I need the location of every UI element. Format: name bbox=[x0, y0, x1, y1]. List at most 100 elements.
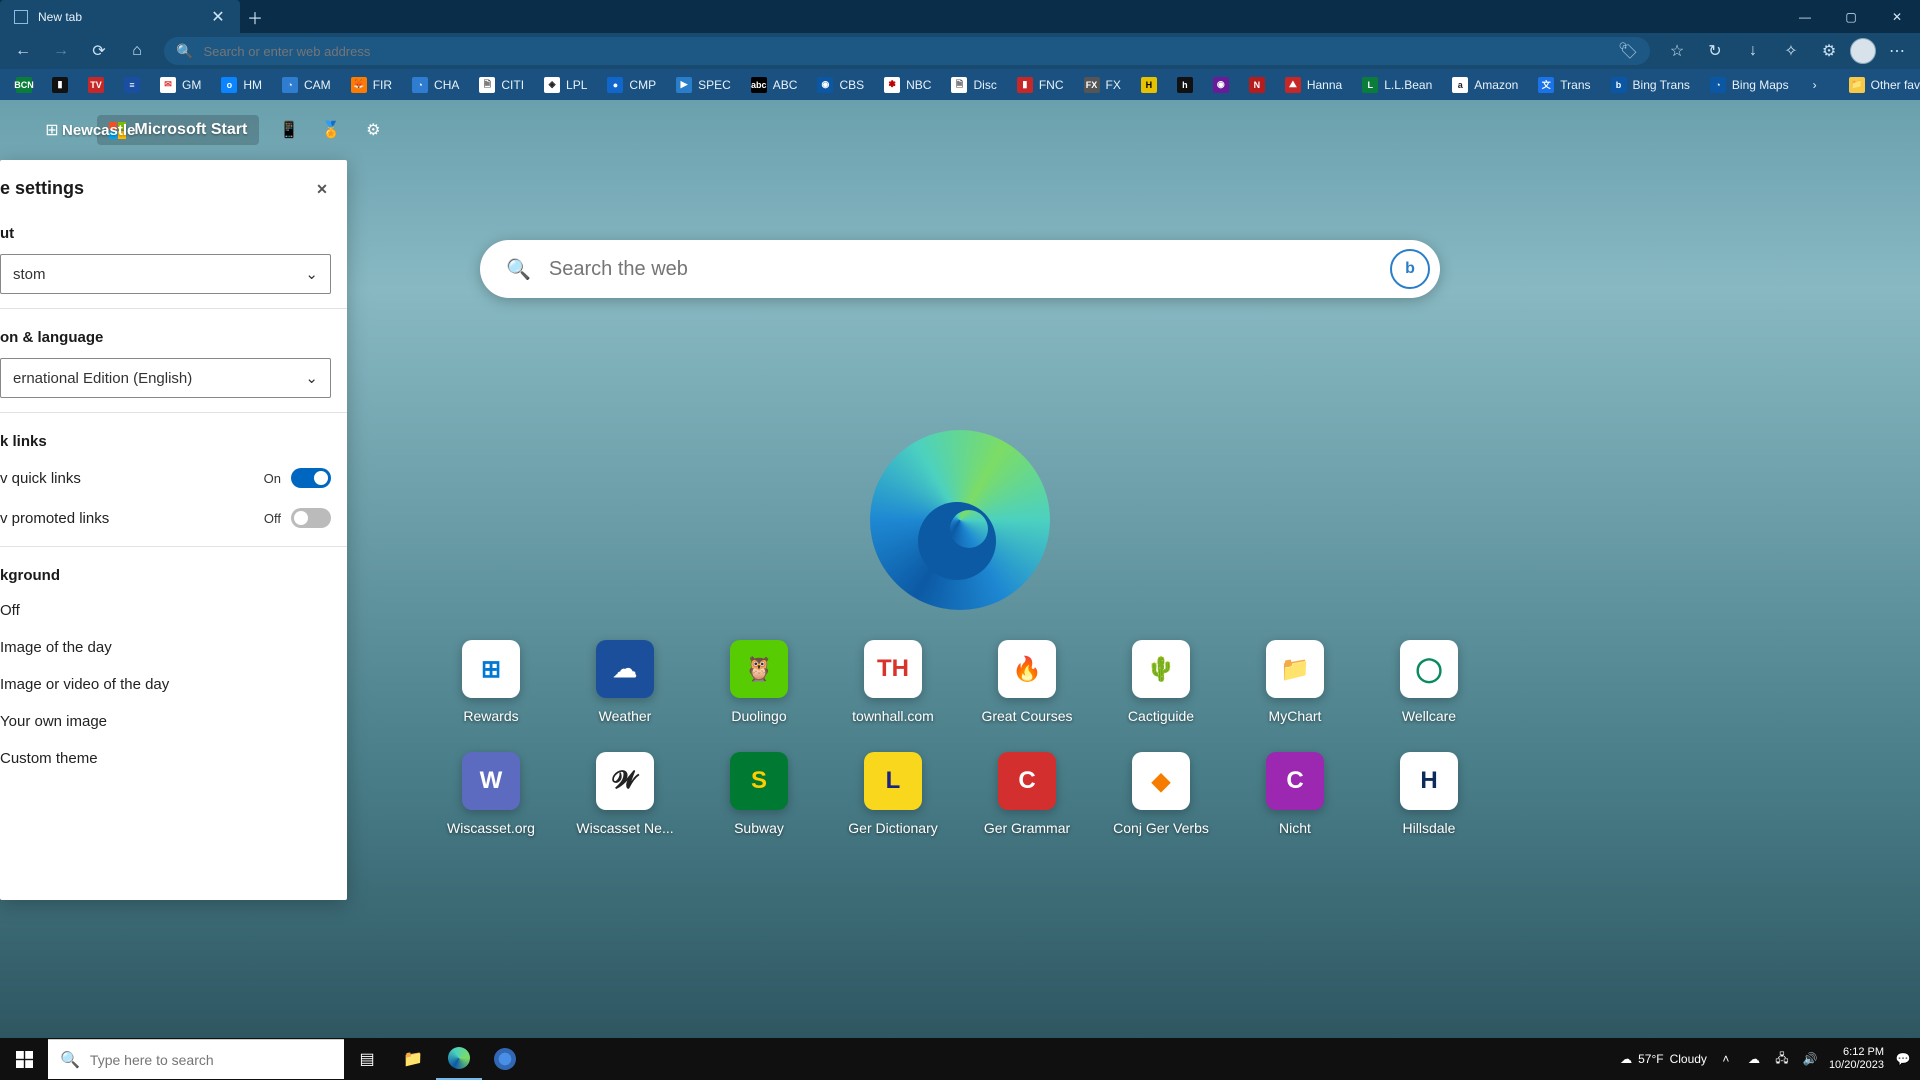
start-button[interactable] bbox=[0, 1038, 48, 1080]
tray-chevron-icon[interactable]: ˄ bbox=[1717, 1050, 1735, 1068]
bookmark-item[interactable]: ▶SPEC bbox=[668, 73, 739, 97]
bookmark-label: SPEC bbox=[698, 78, 731, 92]
bookmark-item[interactable]: abcABC bbox=[743, 73, 806, 97]
quick-link[interactable]: ☁Weather bbox=[558, 640, 692, 752]
bookmark-item[interactable]: aAmazon bbox=[1444, 73, 1526, 97]
rewards-icon[interactable]: 🏅 bbox=[319, 118, 343, 142]
volume-icon[interactable]: 🔊 bbox=[1801, 1050, 1819, 1068]
quick-link[interactable]: ◯Wellcare bbox=[1362, 640, 1496, 752]
bookmark-item[interactable]: TV bbox=[80, 73, 112, 97]
bookmark-item[interactable]: 🗎Disc bbox=[943, 73, 1004, 97]
quick-link[interactable]: 🌵Cactiguide bbox=[1094, 640, 1228, 752]
quick-link[interactable]: HHillsdale bbox=[1362, 752, 1496, 864]
close-tab-button[interactable]: ✕ bbox=[210, 9, 226, 25]
bookmark-item[interactable]: 文Trans bbox=[1530, 73, 1598, 97]
background-option[interactable]: Image of the day bbox=[0, 629, 347, 666]
quick-link[interactable]: 𝓦Wiscasset Ne... bbox=[558, 752, 692, 864]
bookmark-item[interactable]: ◈LPL bbox=[536, 73, 595, 97]
home-button[interactable]: ⌂ bbox=[120, 36, 154, 66]
bookmark-item[interactable]: ≡ bbox=[116, 73, 148, 97]
bookmark-item[interactable]: ✉GM bbox=[152, 73, 209, 97]
quick-link[interactable]: ⊞Rewards bbox=[424, 640, 558, 752]
taskbar-search-input[interactable] bbox=[90, 1052, 332, 1068]
address-bar[interactable]: 🔍 🏷 bbox=[164, 37, 1650, 65]
bookmark-item[interactable]: BCN bbox=[8, 73, 40, 97]
quick-link[interactable]: CGer Grammar bbox=[960, 752, 1094, 864]
file-explorer-button[interactable]: 📁 bbox=[390, 1038, 436, 1080]
bookmark-item[interactable]: ▮ bbox=[44, 73, 76, 97]
quick-link[interactable]: SSubway bbox=[692, 752, 826, 864]
bookmark-item[interactable]: bBing Trans bbox=[1603, 73, 1698, 97]
quick-link[interactable]: 📁MyChart bbox=[1228, 640, 1362, 752]
apps-icon[interactable]: ⊞ bbox=[40, 118, 64, 142]
layout-select[interactable]: stom ⌄ bbox=[0, 254, 331, 294]
web-search-input[interactable] bbox=[549, 258, 1390, 281]
profile-button[interactable] bbox=[1850, 38, 1876, 64]
bookmark-item[interactable]: ●CMP bbox=[599, 73, 664, 97]
mobile-icon[interactable]: 📱 bbox=[277, 118, 301, 142]
bookmarks-overflow-button[interactable]: › bbox=[1805, 73, 1825, 97]
quick-link[interactable]: WWiscasset.org bbox=[424, 752, 558, 864]
background-option[interactable]: Off bbox=[0, 592, 347, 629]
background-option[interactable]: Your own image bbox=[0, 703, 347, 740]
bookmark-item[interactable]: oHM bbox=[213, 73, 270, 97]
bookmark-label: FIR bbox=[373, 78, 392, 92]
bookmark-item[interactable]: ◉CBS bbox=[809, 73, 872, 97]
quick-link[interactable]: 🦉Duolingo bbox=[692, 640, 826, 752]
menu-button[interactable]: ⋯ bbox=[1880, 36, 1914, 66]
bookmark-item[interactable]: 🗎CITI bbox=[471, 73, 532, 97]
onedrive-icon[interactable]: ☁ bbox=[1745, 1050, 1763, 1068]
maximize-button[interactable]: ▢ bbox=[1828, 0, 1874, 33]
bookmark-item[interactable]: h bbox=[1169, 73, 1201, 97]
close-window-button[interactable]: ✕ bbox=[1874, 0, 1920, 33]
back-button[interactable]: ← bbox=[6, 36, 40, 66]
downloads-icon[interactable]: ↓ bbox=[1736, 36, 1770, 66]
task-view-button[interactable]: ▤ bbox=[344, 1038, 390, 1080]
bookmark-item[interactable]: ◔CHA bbox=[404, 73, 467, 97]
quick-link[interactable]: ◆Conj Ger Verbs bbox=[1094, 752, 1228, 864]
shopping-icon[interactable]: 🏷 bbox=[1618, 41, 1638, 61]
notifications-icon[interactable]: 💬 bbox=[1894, 1050, 1912, 1068]
edge-taskbar-button[interactable] bbox=[436, 1038, 482, 1080]
taskbar-search[interactable]: 🔍 bbox=[48, 1039, 344, 1079]
background-option[interactable]: Image or video of the day bbox=[0, 666, 347, 703]
new-tab-button[interactable]: ＋ bbox=[240, 0, 270, 33]
bookmark-item[interactable]: H bbox=[1133, 73, 1165, 97]
address-input[interactable] bbox=[203, 44, 1607, 59]
quick-link[interactable]: 🔥Great Courses bbox=[960, 640, 1094, 752]
weather-widget[interactable]: ☁ 57°F Cloudy bbox=[1620, 1052, 1707, 1066]
bookmark-item[interactable]: ◔CAM bbox=[274, 73, 339, 97]
history-icon[interactable]: ↻ bbox=[1698, 36, 1732, 66]
bookmark-item[interactable]: ❃NBC bbox=[876, 73, 939, 97]
bookmark-item[interactable]: LL.L.Bean bbox=[1354, 73, 1440, 97]
other-favorites-button[interactable]: 📁 Other favorites bbox=[1841, 73, 1920, 97]
clock[interactable]: 6:12 PM 10/20/2023 bbox=[1829, 1046, 1884, 1072]
quick-link[interactable]: CNicht bbox=[1228, 752, 1362, 864]
bing-chat-button[interactable]: b bbox=[1390, 249, 1430, 289]
bookmark-item[interactable]: ◔Bing Maps bbox=[1702, 73, 1797, 97]
bookmark-item[interactable]: ◉ bbox=[1205, 73, 1237, 97]
collections-icon[interactable]: ✧ bbox=[1774, 36, 1808, 66]
quick-links-toggle[interactable] bbox=[291, 468, 331, 488]
background-option[interactable]: Custom theme bbox=[0, 740, 347, 777]
network-icon[interactable]: 🖧 bbox=[1773, 1050, 1791, 1068]
firefox-taskbar-button[interactable] bbox=[482, 1038, 528, 1080]
forward-button[interactable]: → bbox=[44, 36, 78, 66]
refresh-button[interactable]: ⟳ bbox=[82, 36, 116, 66]
bookmark-item[interactable]: ⛰Hanna bbox=[1277, 73, 1350, 97]
settings-icon[interactable]: ⚙ bbox=[361, 118, 385, 142]
bookmark-item[interactable]: 🦊FIR bbox=[343, 73, 400, 97]
minimize-button[interactable]: — bbox=[1782, 0, 1828, 33]
promoted-links-toggle[interactable] bbox=[291, 508, 331, 528]
quick-link[interactable]: THtownhall.com bbox=[826, 640, 960, 752]
favorites-icon[interactable]: ☆ bbox=[1660, 36, 1694, 66]
region-select[interactable]: ernational Edition (English) ⌄ bbox=[0, 358, 331, 398]
extensions-icon[interactable]: ⚙ bbox=[1812, 36, 1846, 66]
close-settings-button[interactable]: ✕ bbox=[311, 178, 333, 200]
web-search-box[interactable]: 🔍 b bbox=[480, 240, 1440, 298]
browser-tab[interactable]: New tab ✕ bbox=[0, 0, 240, 33]
bookmark-item[interactable]: N bbox=[1241, 73, 1273, 97]
bookmark-item[interactable]: FXFX bbox=[1076, 73, 1129, 97]
quick-link[interactable]: LGer Dictionary bbox=[826, 752, 960, 864]
bookmark-item[interactable]: ▮FNC bbox=[1009, 73, 1072, 97]
